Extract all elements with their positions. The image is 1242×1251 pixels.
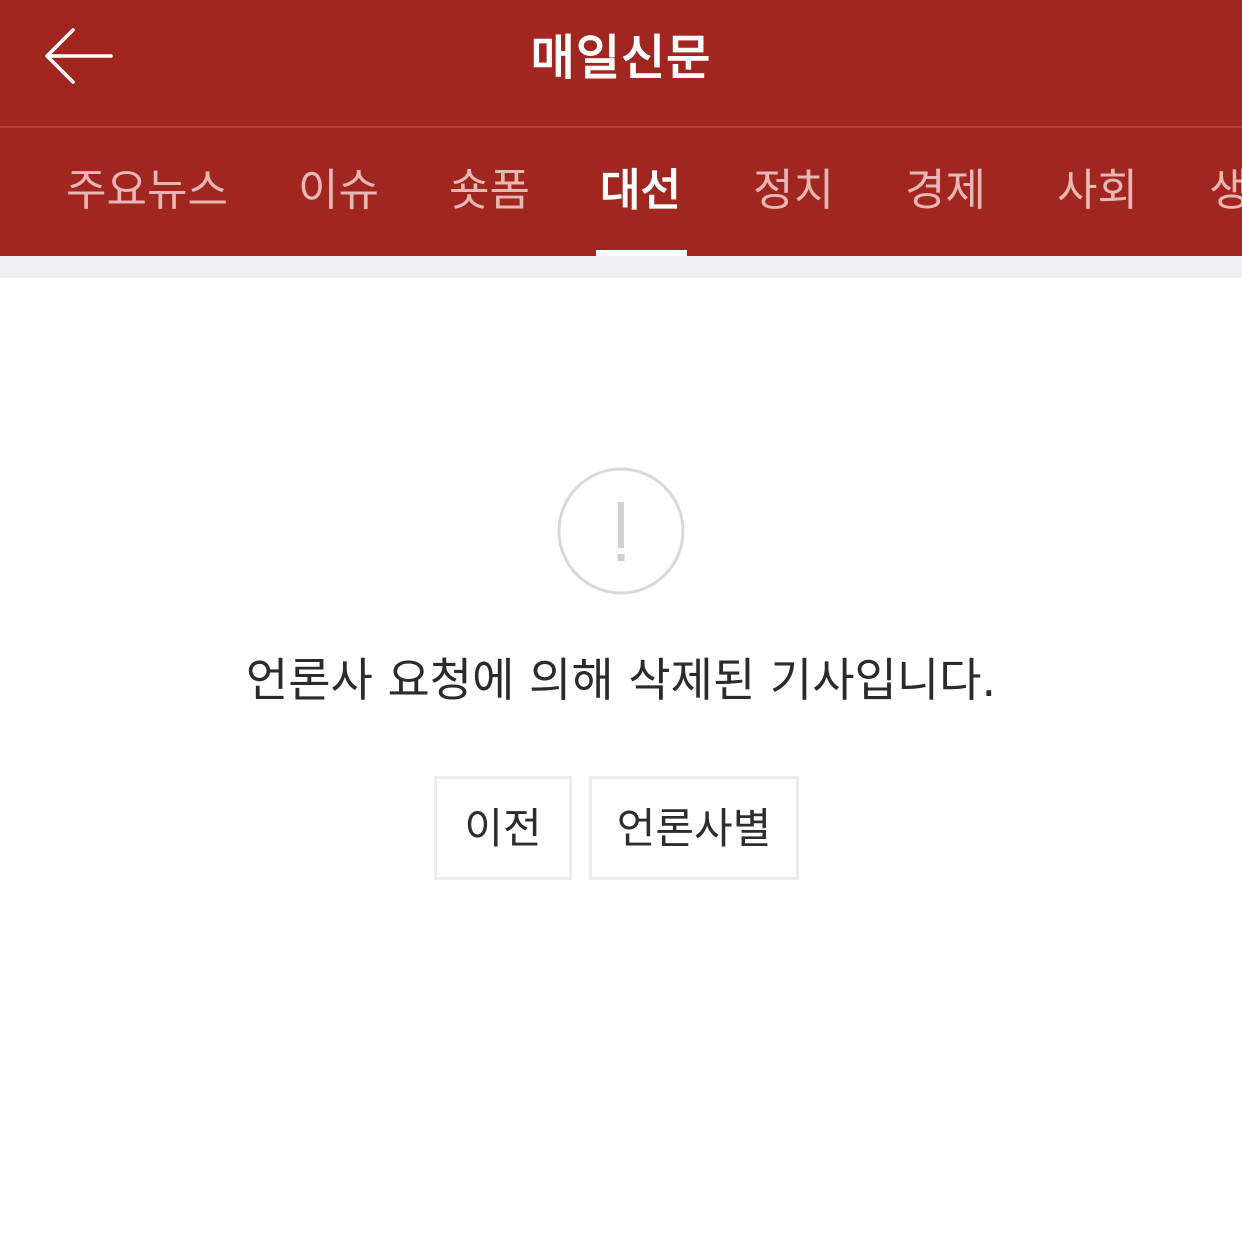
tab-economy[interactable]: 경제 xyxy=(905,128,986,256)
page-title: 매일신문 xyxy=(530,30,712,86)
tab-shortform[interactable]: 숏폼 xyxy=(449,128,530,256)
tab-election[interactable]: 대선 xyxy=(600,128,681,256)
tab-main-news[interactable]: 주요뉴스 xyxy=(66,128,228,256)
tab-issue[interactable]: 이슈 xyxy=(298,128,379,256)
tab-life[interactable]: 생 xyxy=(1209,128,1242,256)
category-tabs: 주요뉴스 이슈 숏폼 대선 정치 경제 사회 생 xyxy=(0,128,1242,256)
app-header: 매일신문 주요뉴스 이슈 숏폼 대선 정치 경제 사회 생 xyxy=(0,0,1242,256)
previous-button[interactable]: 이전 xyxy=(434,776,572,880)
tab-politics[interactable]: 정치 xyxy=(753,128,834,256)
tab-society[interactable]: 사회 xyxy=(1057,128,1138,256)
section-divider xyxy=(0,256,1242,278)
exclamation-circle-icon xyxy=(557,467,685,595)
by-press-button[interactable]: 언론사별 xyxy=(589,776,799,880)
deleted-article-message: 언론사 요청에 의해 삭제된 기사입니다. xyxy=(245,653,997,707)
top-bar: 매일신문 xyxy=(0,0,1242,128)
